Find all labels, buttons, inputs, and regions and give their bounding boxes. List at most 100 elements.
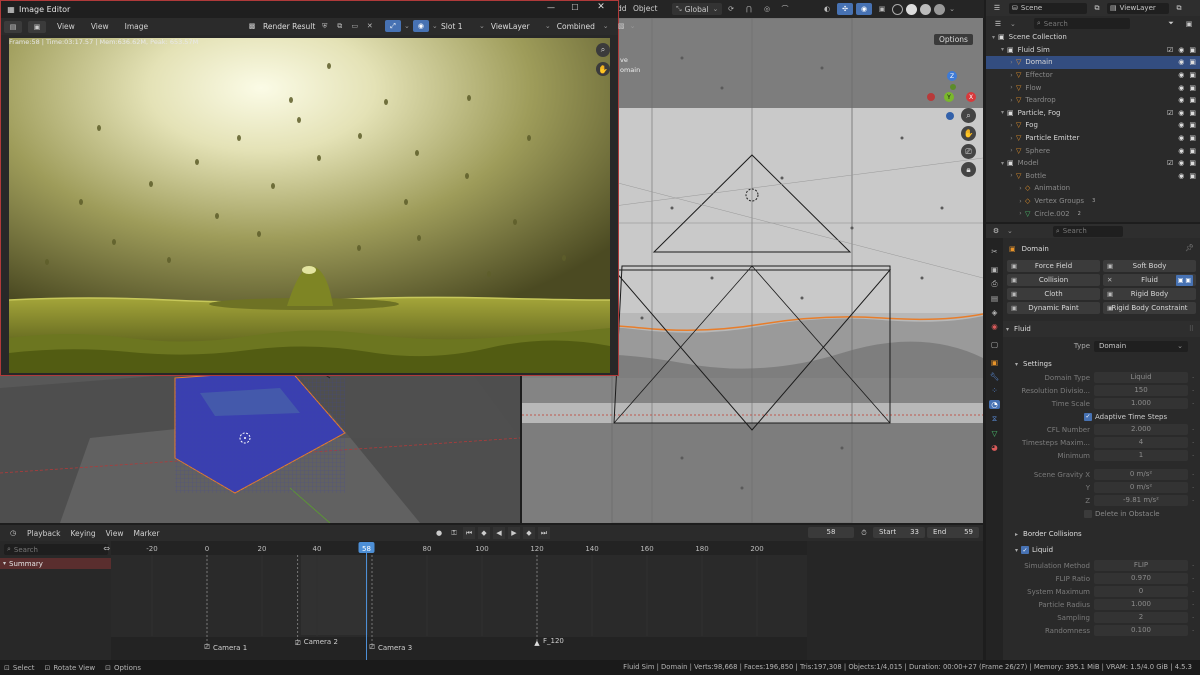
gizmo-z-icon[interactable]: Z — [947, 71, 957, 81]
pan-hand-icon[interactable]: ✋ — [961, 126, 976, 141]
eye-icon[interactable]: ◉ — [1178, 109, 1184, 117]
menu-keying[interactable]: Keying — [65, 529, 100, 538]
expand-toggle-icon[interactable]: › — [1007, 135, 1016, 142]
checkbox-checked-icon[interactable]: ✓ — [1021, 546, 1030, 554]
type-dropdown[interactable]: Domain ⌄ — [1094, 340, 1188, 352]
pivot-icon[interactable]: ⟳ — [724, 3, 738, 15]
pass-dropdown[interactable]: Combined — [557, 22, 601, 31]
animate-dot-icon[interactable]: · — [1192, 484, 1194, 492]
gizmo-neg-y-icon[interactable] — [950, 84, 956, 90]
xray-icon[interactable]: ▣ — [875, 3, 889, 15]
outliner-item[interactable]: › ▽ Teardrop ◉ ▣ — [986, 94, 1200, 107]
menu-image[interactable]: Image — [120, 22, 154, 31]
chevron-down-icon[interactable]: ⌄ — [1010, 20, 1016, 28]
outliner-item[interactable]: › ▽ Sphere ◉ ▣ — [986, 144, 1200, 157]
jump-end-icon[interactable]: ⏭ — [538, 527, 550, 539]
checkbox-checked-icon[interactable]: ✓ — [1084, 412, 1092, 421]
camera-icon[interactable]: ▣ — [1189, 109, 1196, 117]
outliner-item[interactable]: › ◇ Vertex Groups 3 — [986, 195, 1200, 208]
play-icon[interactable]: ▶ — [508, 527, 520, 539]
stopwatch-icon[interactable]: ⏱ — [858, 527, 870, 539]
expand-toggle-icon[interactable]: ▾ — [989, 34, 998, 41]
image-editor-titlebar[interactable]: ▦ Image Editor — ☐ ✕ — [1, 1, 618, 18]
property-value-field[interactable]: 1 — [1094, 450, 1188, 461]
camera-icon[interactable]: ▣ — [1189, 96, 1196, 104]
expand-toggle-icon[interactable]: ▾ — [998, 46, 1007, 53]
property-value-field[interactable]: 2.000 — [1094, 424, 1188, 435]
drag-handle-icon[interactable]: ⠿ — [1189, 325, 1194, 333]
camera-icon[interactable]: ▣ — [1189, 172, 1196, 180]
tool-tab-icon[interactable]: ✂ — [991, 247, 997, 256]
sample-tool-icon[interactable]: ⤢ — [385, 20, 401, 32]
expand-toggle-icon[interactable]: › — [1007, 172, 1016, 179]
camera-marker-icon[interactable]: ⎚ — [204, 643, 210, 651]
image-editor-window[interactable]: ▦ Image Editor — ☐ ✕ ▤ ▣ View View Image… — [0, 0, 636, 376]
animate-dot-icon[interactable]: · — [1192, 400, 1194, 408]
camera-icon[interactable]: ▣ — [1189, 58, 1196, 66]
animate-dot-icon[interactable]: · — [1192, 627, 1194, 635]
expand-toggle-icon[interactable]: › — [1007, 147, 1016, 154]
expand-toggle-icon[interactable]: › — [1007, 84, 1016, 91]
animate-dot-icon[interactable]: · — [1192, 497, 1194, 505]
properties-search-input[interactable]: Search — [1063, 227, 1087, 235]
settings-panel-header[interactable]: ▾ Settings — [1003, 357, 1200, 371]
outliner-search[interactable]: ⌕ Search — [1033, 18, 1130, 29]
new-collection-icon[interactable]: ▣ — [1182, 20, 1196, 28]
material-tab-icon[interactable]: ◕ — [991, 443, 998, 452]
camera-marker-icon[interactable]: ⎚ — [369, 643, 375, 651]
property-value-field[interactable]: 0 m/s² — [1094, 469, 1188, 480]
collection-tab-icon[interactable]: ▢ — [991, 340, 998, 349]
eye-icon[interactable]: ◉ — [1178, 159, 1184, 167]
camera-icon[interactable]: ▣ — [1189, 159, 1196, 167]
animate-dot-icon[interactable]: · — [1192, 439, 1194, 447]
keying-set-icon[interactable]: ⚿ — [448, 527, 460, 539]
properties-editor[interactable]: ⚙ ⌄ ⌕ Search ✂ ▣ ⎙ ▤ ◈ ◉ ▢ ▣ 🔧︎ ⁘ ◔ ⧖ ▽ … — [986, 224, 1200, 660]
new-image-icon[interactable]: ⧉ — [334, 20, 345, 32]
shading-options-chevron-icon[interactable]: ⌄ — [948, 5, 956, 13]
display-mode-icon[interactable]: ☰ — [990, 20, 1006, 28]
summary-channel[interactable]: ▾ Summary — [0, 558, 111, 569]
maximize-icon[interactable]: ☐ — [568, 3, 582, 12]
animate-dot-icon[interactable]: · — [1192, 575, 1194, 583]
solid-shading-icon[interactable] — [906, 3, 917, 15]
animate-dot-icon[interactable]: · — [1192, 452, 1194, 460]
outliner-item[interactable]: › ▽ Flow ◉ ▣ — [986, 81, 1200, 94]
fluid-visibility-icons[interactable]: ▣ ▣ — [1175, 274, 1193, 286]
property-value-field[interactable]: 1.000 — [1094, 599, 1188, 610]
pin-icon[interactable]: 📌︎ — [1185, 244, 1194, 252]
end-frame-field[interactable]: End 59 — [927, 527, 979, 538]
gizmo-y-icon[interactable]: Y — [944, 92, 954, 102]
physics-button[interactable]: ▣ Collision — [1007, 274, 1100, 286]
property-value-field[interactable]: FLIP — [1094, 560, 1188, 571]
outliner-editor-icon[interactable]: ☰ — [989, 4, 1005, 12]
filter-swap-icon[interactable]: ⇔ — [103, 544, 110, 553]
outliner-item[interactable]: ▾ ▣ Model ☑ ◉ ▣ — [986, 157, 1200, 170]
outliner-item[interactable]: › ▽ Particle Emitter ◉ ▣ — [986, 132, 1200, 145]
prev-keyframe-icon[interactable]: ◆ — [478, 527, 490, 539]
camera-icon[interactable]: ▣ — [1189, 71, 1196, 79]
image-pan-hand-icon[interactable]: ✋ — [596, 62, 610, 76]
render-tab-icon[interactable]: ▣ — [991, 265, 998, 274]
outliner-item[interactable]: › ▽ Circle.002 2 — [986, 207, 1200, 220]
marker-triangle-icon[interactable]: ▲ — [534, 639, 540, 647]
render-result-image[interactable] — [9, 38, 610, 373]
expand-toggle-icon[interactable]: ▾ — [998, 160, 1007, 167]
material-shading-icon[interactable] — [920, 3, 931, 15]
scene-selector[interactable]: ⛁ Scene — [1009, 2, 1087, 14]
expand-toggle-icon[interactable]: › — [1007, 97, 1016, 104]
property-value-field[interactable]: 1.000 — [1094, 398, 1188, 409]
property-value-field[interactable]: 2 — [1094, 612, 1188, 623]
new-scene-icon[interactable]: ⧉ — [1091, 4, 1103, 13]
visibility-icon[interactable]: ◐ — [820, 3, 834, 15]
start-frame-field[interactable]: Start 33 — [873, 527, 925, 538]
minimize-icon[interactable]: — — [544, 3, 558, 12]
constraints-tab-icon[interactable]: ⧖ — [992, 414, 997, 424]
outliner-item[interactable]: › ▽ Bottle ◉ ▣ — [986, 170, 1200, 183]
property-value-field[interactable]: 0 — [1094, 586, 1188, 597]
zoom-icon[interactable]: ⌕ — [961, 108, 976, 123]
fake-user-icon[interactable]: ⛨ — [319, 20, 330, 32]
outliner-item[interactable]: ▾ ▣ Particle, Fog ☑ ◉ ▣ — [986, 107, 1200, 120]
data-tab-icon[interactable]: ▽ — [992, 429, 998, 438]
timeline-search[interactable]: ⌕ Search ⇔ — [4, 544, 110, 555]
delete-obstacle-row[interactable]: Delete in Obstacle — [1003, 507, 1200, 520]
